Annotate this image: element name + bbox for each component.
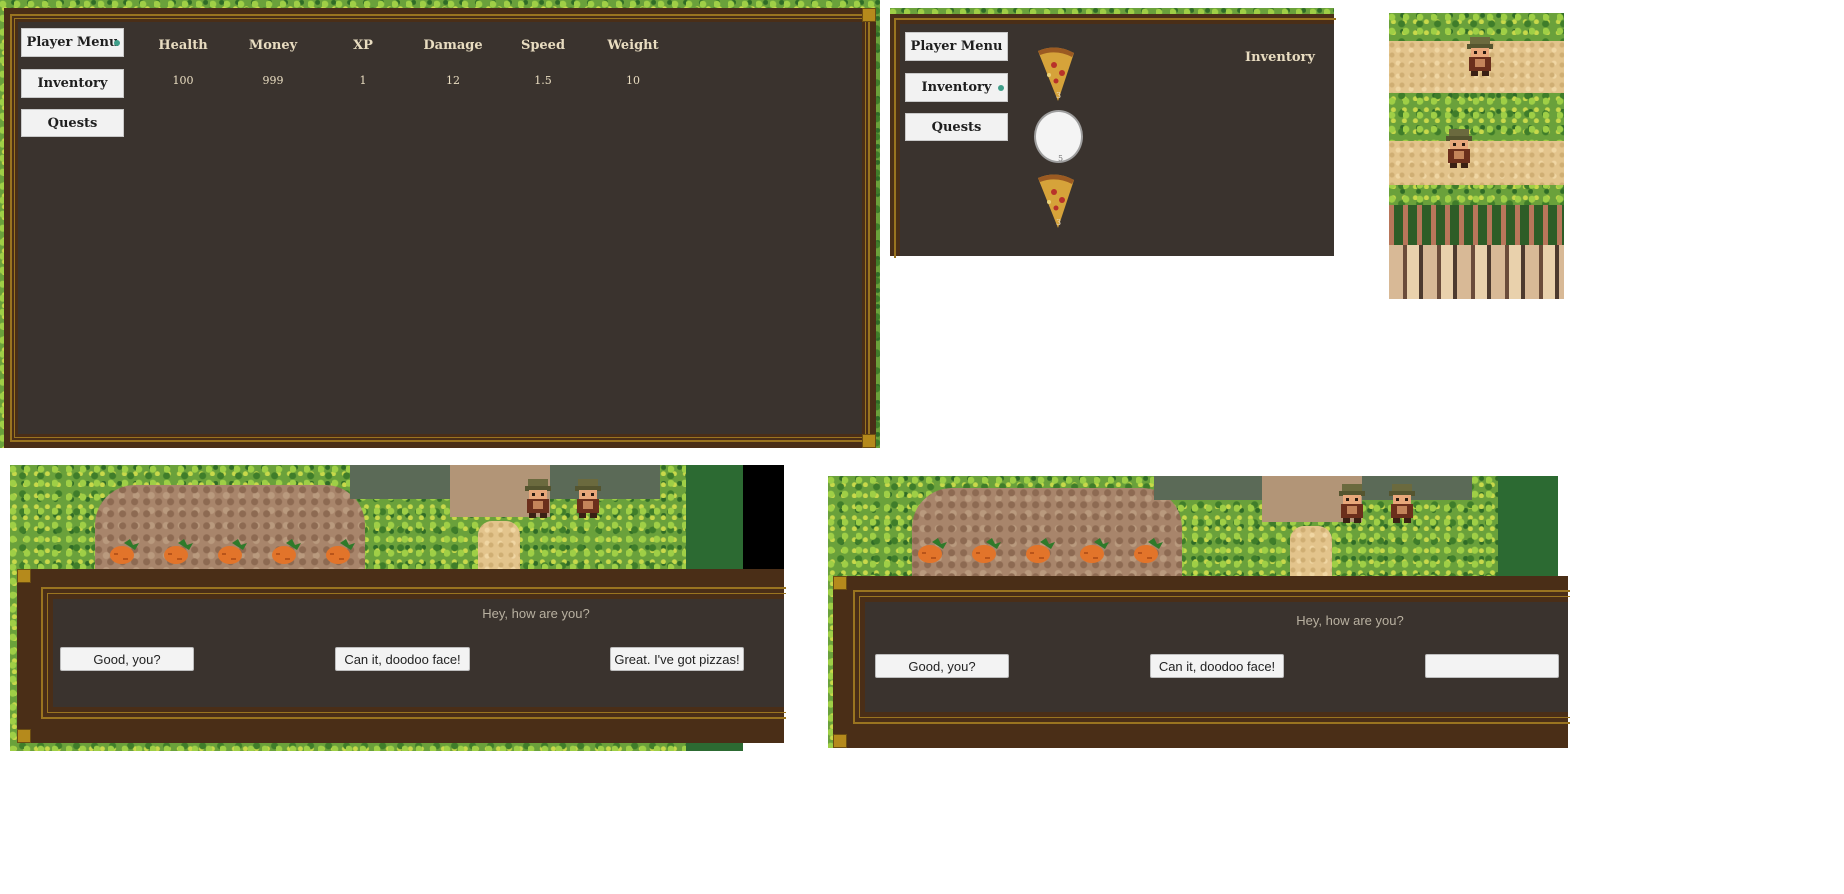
sand-path [1290,526,1332,576]
player-menu-button[interactable]: Player Menu [905,32,1008,61]
offscreen-area [743,465,784,569]
selected-indicator-icon [998,85,1004,91]
dialogue-prompt: Hey, how are you? [1296,613,1404,628]
frame-corner [833,576,847,590]
frame-corner [833,734,847,748]
fence [1389,205,1564,245]
quests-button-label: Quests [47,115,98,131]
inventory-button-label: Inventory [921,80,992,95]
npc-character-icon [1334,482,1370,524]
dialogue-prompt: Hey, how are you? [482,606,590,621]
carrot-icon [1078,538,1112,564]
stats-table: Health Money XP Damage Speed Weight 100 … [143,38,683,98]
quests-button[interactable]: Quests [21,109,124,137]
dialogue-option-button[interactable]: Good, you? [875,654,1009,678]
stat-label-weight: Weight [607,38,659,53]
quests-button-label: Quests [931,119,982,135]
carrot-icon [970,538,1004,564]
npc-character-icon [520,477,556,519]
stat-value-speed: 1.5 [534,74,552,87]
frame-corner [862,8,876,22]
stat-value-damage: 12 [446,74,460,87]
item-count: 3 [1056,91,1062,100]
carrot-icon [162,539,196,565]
carrot-icon [1024,538,1058,564]
dialogue-option-button[interactable]: Can it, doodoo face! [1150,654,1284,678]
sand-path [478,521,520,571]
item-count: 5 [1058,154,1064,163]
rocky-ground [1389,245,1564,299]
dialogue-option-button[interactable]: Good, you? [60,647,194,671]
carrot-icon [1132,538,1166,564]
frame-corner [17,569,31,583]
inventory-slot[interactable]: 3 [1034,172,1078,230]
stat-label-health: Health [158,38,208,53]
quests-button[interactable]: Quests [905,113,1008,141]
stat-value-weight: 10 [626,74,640,87]
carrot-icon [916,538,950,564]
player-menu-button-label: Player Menu [910,39,1003,54]
carrot-icon [108,539,142,565]
stat-value-health: 100 [172,74,194,87]
dialogue-option-button[interactable]: Great. I've got pizzas! [610,647,744,671]
inventory-button[interactable]: Inventory [21,69,124,98]
player-character-icon [1441,127,1477,169]
inventory-button[interactable]: Inventory [905,73,1008,102]
carrot-icon [270,539,304,565]
stat-value-money: 999 [262,74,284,87]
stat-label-speed: Speed [520,38,566,53]
dialogue-option-button[interactable] [1425,654,1559,678]
frame-corner [17,729,31,743]
inventory-button-label: Inventory [37,76,108,91]
inventory-slot[interactable]: 5 [1034,110,1083,163]
game-scene [1389,13,1564,299]
inventory-title: Inventory [1245,50,1315,65]
inventory-slot[interactable]: 3 [1034,45,1078,103]
stat-label-money: Money [248,38,298,53]
carrot-icon [216,539,250,565]
stat-label-damage: Damage [423,38,483,53]
carrot-icon [324,539,358,565]
player-character-icon [570,477,606,519]
frame-corner [862,434,876,448]
npc-character-icon [1462,35,1498,77]
dialogue-option-button[interactable]: Can it, doodoo face! [335,647,470,671]
stat-value-xp: 1 [359,74,367,87]
player-menu-button-label: Player Menu [26,35,119,50]
item-count: 3 [1056,218,1062,227]
player-menu-button[interactable]: Player Menu [21,28,124,57]
player-character-icon [1384,482,1420,524]
stat-label-xp: XP [353,38,373,53]
selected-indicator-icon [114,40,120,46]
